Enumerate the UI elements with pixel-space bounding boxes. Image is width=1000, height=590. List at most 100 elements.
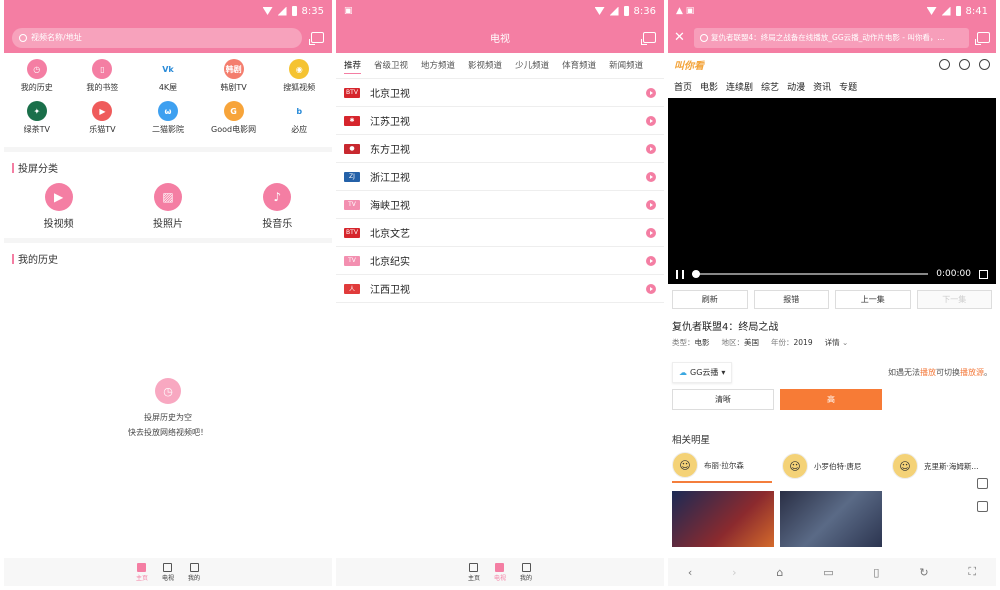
channel-tab[interactable]: 影视频道 <box>468 59 502 74</box>
app-shortcut[interactable]: ▯ 我的书签 <box>70 59 136 101</box>
search-icon[interactable] <box>959 58 970 70</box>
channel-tab[interactable]: 少儿频道 <box>515 59 549 74</box>
comment-icon[interactable] <box>977 478 988 489</box>
empty-history-line1: 投屏历史为空 <box>144 413 192 422</box>
episode-action-button[interactable]: 下一集 <box>916 290 992 309</box>
star-name: 克里斯·海姆斯... <box>924 461 979 471</box>
play-icon[interactable] <box>646 171 656 182</box>
site-nav-item[interactable]: 动漫 <box>787 80 805 93</box>
app-shortcut[interactable]: ◷ 我的历史 <box>4 59 70 101</box>
source-selector[interactable]: ☁ GG云播 ▾ <box>672 362 733 383</box>
nav-item[interactable]: 电视 <box>494 562 506 582</box>
history-clock-icon[interactable] <box>939 58 950 70</box>
nav-label: 电视 <box>161 574 174 582</box>
search-icon <box>700 33 708 42</box>
fullscreen-icon[interactable]: ⛶ <box>968 565 976 579</box>
tv-header: 电视 <box>336 22 664 53</box>
app-shortcut[interactable]: Vk 4K屋 <box>135 59 201 101</box>
video-player[interactable]: 0:00:00 <box>668 98 996 284</box>
nav-item[interactable]: 主页 <box>136 562 148 582</box>
app-shortcut[interactable]: ✦ 绿茶TV <box>4 101 70 143</box>
episode-action-button[interactable]: 报错 <box>753 290 829 309</box>
progress-knob[interactable] <box>692 270 700 278</box>
type-label: 类型： <box>672 338 695 347</box>
detail-toggle[interactable]: 详情 ⌄ <box>825 337 849 348</box>
channel-name: 北京文艺 <box>370 229 410 240</box>
site-nav-item[interactable]: 连续剧 <box>726 80 753 93</box>
url-field[interactable]: 复仇者联盟4：终局之战备在线播放_GG云播_动作片电影 - 叫你看，... <box>694 27 969 48</box>
channel-row[interactable]: BTV 北京卫视 <box>336 79 664 107</box>
channel-logo-icon: ZJ <box>344 171 360 182</box>
app-shortcut[interactable]: ω 二猫影院 <box>135 101 201 143</box>
cast-screen-icon[interactable] <box>975 32 990 45</box>
channel-row[interactable]: ZJ 浙江卫视 <box>336 163 664 191</box>
back-icon[interactable]: ‹ <box>688 566 692 579</box>
cast-screen-icon[interactable] <box>641 32 656 45</box>
cast-photo[interactable]: ▨ 投照片 <box>153 183 183 230</box>
app-shortcut[interactable]: ◉ 搜狐视频 <box>266 59 332 101</box>
site-nav-item[interactable]: 资讯 <box>813 80 831 93</box>
episode-action-button[interactable]: 上一集 <box>835 290 911 309</box>
play-icon[interactable] <box>646 87 656 98</box>
channel-row[interactable]: BTV 北京文艺 <box>336 219 664 247</box>
video-progress[interactable] <box>692 270 929 278</box>
channel-logo-icon: TV <box>344 199 360 210</box>
nav-item[interactable]: 电视 <box>161 562 174 582</box>
share-icon[interactable] <box>977 501 988 512</box>
search-input[interactable]: 视频名称/地址 <box>12 27 302 48</box>
site-nav-item[interactable]: 专题 <box>839 80 857 93</box>
forward-icon[interactable]: › <box>732 566 736 579</box>
site-nav-item[interactable]: 综艺 <box>761 80 779 93</box>
app-shortcut[interactable]: ▶ 乐猫TV <box>70 101 136 143</box>
quality-button[interactable]: 高 <box>780 389 882 410</box>
app-shortcut[interactable]: b 必应 <box>266 101 332 143</box>
play-icon[interactable] <box>646 283 656 294</box>
nav-item[interactable]: 主页 <box>468 562 480 582</box>
poster-image[interactable] <box>672 491 774 547</box>
bookmark-icon[interactable]: ▯ <box>873 566 879 579</box>
play-icon[interactable] <box>646 255 656 266</box>
user-icon[interactable] <box>979 58 990 70</box>
year-label: 年份： <box>771 338 794 347</box>
app-label: 韩剧TV <box>220 83 247 92</box>
site-logo[interactable]: 叫你看 <box>674 57 704 72</box>
channel-tab[interactable]: 推荐 <box>344 59 362 74</box>
channel-row[interactable]: TV 海峡卫视 <box>336 191 664 219</box>
fullscreen-icon[interactable] <box>979 269 988 279</box>
nav-item[interactable]: 我的 <box>188 562 200 582</box>
channel-row[interactable]: 人江西卫视 <box>336 275 664 303</box>
cast-tv-icon[interactable]: ▭ <box>823 566 833 579</box>
battery-icon <box>291 6 297 16</box>
pause-icon[interactable] <box>676 269 684 279</box>
history-section-title: 我的历史 <box>4 243 332 270</box>
site-nav-item[interactable]: 电影 <box>700 80 718 93</box>
cast-video[interactable]: ▶ 投视频 <box>44 183 74 230</box>
channel-tab[interactable]: 地方频道 <box>421 59 455 74</box>
nav-item[interactable]: 我的 <box>520 562 532 582</box>
play-icon[interactable] <box>646 143 656 154</box>
star-item[interactable]: ☺ 布丽·拉尔森 <box>672 452 772 483</box>
close-icon[interactable]: ✕ <box>674 30 686 45</box>
channel-tab[interactable]: 省级卫视 <box>374 59 408 74</box>
play-icon[interactable] <box>646 199 656 210</box>
cast-music[interactable]: ♪ 投音乐 <box>262 183 292 230</box>
refresh-icon[interactable]: ↻ <box>919 566 928 579</box>
browser-url-bar: ✕ 复仇者联盟4：终局之战备在线播放_GG云播_动作片电影 - 叫你看，... <box>668 22 996 53</box>
tv-icon <box>163 562 173 572</box>
channel-row[interactable]: ● 东方卫视 <box>336 135 664 163</box>
quality-button[interactable]: 清晰 <box>672 389 774 410</box>
star-item[interactable]: ☺ 小罗伯特·唐尼 <box>782 452 882 483</box>
play-icon[interactable] <box>646 227 656 238</box>
poster-image[interactable] <box>780 491 882 547</box>
app-shortcut[interactable]: G Good电影网 <box>201 101 267 143</box>
channel-row[interactable]: TV 北京纪实 <box>336 247 664 275</box>
channel-tab[interactable]: 新闻频道 <box>609 59 643 74</box>
channel-tab[interactable]: 体育频道 <box>562 59 596 74</box>
episode-action-button[interactable]: 刷新 <box>672 290 748 309</box>
cast-screen-icon[interactable] <box>309 32 324 45</box>
home-icon[interactable]: ⌂ <box>776 566 783 579</box>
play-icon[interactable] <box>646 115 656 126</box>
channel-row[interactable]: ✱ 江苏卫视 <box>336 107 664 135</box>
app-shortcut[interactable]: 韩剧 韩剧TV <box>201 59 267 101</box>
site-nav-item[interactable]: 首页 <box>674 80 692 93</box>
